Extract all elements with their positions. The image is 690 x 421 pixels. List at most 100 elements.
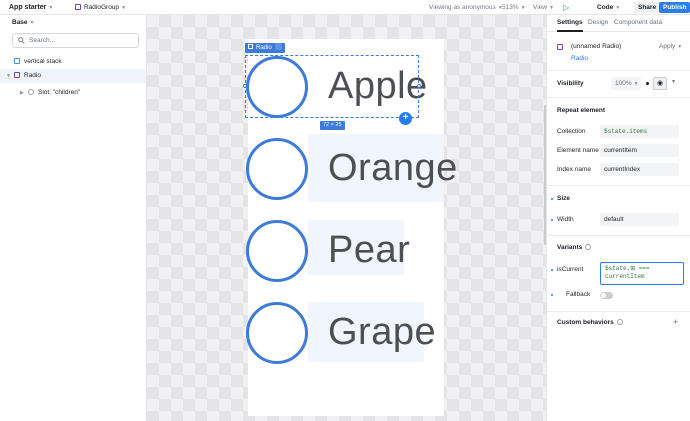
chevron-right-icon[interactable]: ▶ xyxy=(20,86,25,100)
properties-panel: Settings Design Component data (unnamed … xyxy=(546,15,690,421)
outline-heading[interactable]: Base ▼ xyxy=(12,19,35,26)
custom-behaviors-heading: Custom behaviors xyxy=(557,319,623,326)
component-instance-name[interactable]: (unnamed Radio) xyxy=(571,43,621,50)
iscurrent-label: isCurrent xyxy=(557,266,584,273)
fallback-toggle[interactable] xyxy=(600,292,613,299)
radio-item-grape[interactable]: Grape xyxy=(246,300,448,364)
radio-label: Orange xyxy=(328,147,458,189)
radio-item-pear[interactable]: Pear xyxy=(246,218,448,282)
outline-heading-label: Base xyxy=(12,19,28,26)
view-menu[interactable]: View ▼ xyxy=(533,0,554,15)
iscurrent-expression-field[interactable]: $state.⊞ === currentItem xyxy=(600,262,684,285)
code-menu[interactable]: Code ▼ xyxy=(597,0,620,15)
size-heading: Size xyxy=(557,195,571,202)
edit-component-icon[interactable] xyxy=(274,43,282,50)
component-selector[interactable]: RadioGroup ▼ xyxy=(75,0,126,15)
section-divider xyxy=(547,70,690,71)
outline-search xyxy=(12,33,139,48)
variants-heading: Variants xyxy=(557,244,592,251)
resize-handle-left[interactable] xyxy=(243,84,247,88)
radio-circle[interactable] xyxy=(246,138,308,200)
opacity-value: 100% xyxy=(615,80,632,87)
design-canvas[interactable]: Apple Orange Pear Grape Radio 72 × 25 + xyxy=(147,15,546,421)
component-icon xyxy=(14,72,20,78)
tree-item-label: vertical stack xyxy=(24,58,62,65)
publish-button[interactable]: Publish xyxy=(659,2,690,13)
dimension-tag: 72 × 25 xyxy=(320,121,345,130)
chevron-down-icon: ▼ xyxy=(520,5,526,11)
selection-tag[interactable]: Radio xyxy=(245,43,285,53)
custom-behaviors-label: Custom behaviors xyxy=(557,319,614,326)
play-icon[interactable]: ▷ xyxy=(563,0,569,15)
slot-icon xyxy=(28,89,34,95)
selection-tag-label: Radio xyxy=(256,45,272,51)
chevron-down-icon[interactable]: ▼ xyxy=(671,79,676,85)
tab-component-data[interactable]: Component data xyxy=(614,19,662,26)
apply-menu[interactable]: Apply ▼ xyxy=(659,43,682,50)
chevron-down-icon: ▼ xyxy=(677,44,683,50)
tab-design[interactable]: Design xyxy=(588,19,608,26)
info-icon[interactable] xyxy=(585,244,592,250)
eye-icon[interactable]: ◉ xyxy=(653,77,667,90)
expression-line: currentItem xyxy=(605,273,645,280)
expression-line: $state.⊞ === xyxy=(605,265,650,272)
modified-dot-icon xyxy=(551,269,553,271)
tree-item-vertical-stack[interactable]: vertical stack xyxy=(0,55,146,69)
modified-dot-icon xyxy=(551,294,553,296)
radio-label: Pear xyxy=(328,229,411,271)
component-icon xyxy=(75,4,81,10)
index-name-label: Index name xyxy=(557,166,591,173)
add-element-button[interactable]: + xyxy=(399,112,412,125)
element-name-field[interactable]: currentItem xyxy=(600,144,679,157)
element-name-label: Element name xyxy=(557,147,599,154)
app-title-menu[interactable]: App starter ▼ xyxy=(9,0,53,15)
radio-circle[interactable] xyxy=(246,220,308,282)
chevron-down-icon: ▼ xyxy=(633,81,639,87)
share-button[interactable]: Share xyxy=(634,2,661,13)
component-name: RadioGroup xyxy=(84,4,120,11)
tree-item-label: Slot: "children" xyxy=(38,89,81,96)
fallback-label: Fallback xyxy=(566,291,591,298)
chevron-down-icon: ▼ xyxy=(48,5,54,11)
repeat-heading: Repeat element xyxy=(557,107,606,114)
zoom-menu[interactable]: 513% ▼ xyxy=(502,0,526,15)
top-bar: App starter ▼ RadioGroup ▼ Viewing as anon… xyxy=(0,0,690,15)
resize-handle-right[interactable] xyxy=(417,84,421,88)
component-link[interactable]: Radio xyxy=(571,55,588,62)
width-field[interactable]: default xyxy=(600,213,679,226)
width-label: Width xyxy=(557,216,574,223)
zoom-level: 513% xyxy=(502,4,519,11)
radio-circle[interactable] xyxy=(246,302,308,364)
chevron-down-icon: ▼ xyxy=(121,5,127,11)
radio-item-orange[interactable]: Orange xyxy=(246,136,457,200)
section-divider xyxy=(547,185,690,186)
chevron-down-icon: ▼ xyxy=(548,5,554,11)
add-behavior-button[interactable]: + xyxy=(673,317,678,327)
outline-panel: Base▼ vertical stack ▼Radio ▶Slot: "chil… xyxy=(0,15,147,421)
opacity-input[interactable]: 100% ▼ xyxy=(611,77,641,90)
properties-tabs: Settings Design Component data xyxy=(547,15,690,32)
app-title: App starter xyxy=(9,4,47,11)
modified-dot-icon xyxy=(551,219,553,221)
visibility-dot-icon[interactable] xyxy=(646,82,649,85)
chevron-down-icon[interactable]: ▼ xyxy=(6,69,11,83)
viewing-as-menu[interactable]: Viewing as anonymous ▼ xyxy=(429,0,503,15)
view-label: View xyxy=(533,4,547,11)
index-name-field[interactable]: currentIndex xyxy=(600,163,679,176)
chevron-down-icon: ▼ xyxy=(615,5,621,11)
collection-field[interactable]: $state.items xyxy=(600,125,679,138)
tree-item-slot-children[interactable]: ▶ Slot: "children" xyxy=(0,86,146,100)
apply-label: Apply xyxy=(659,43,676,50)
visibility-label: Visibility xyxy=(557,80,584,87)
tree-item-radio[interactable]: ▼ Radio xyxy=(0,69,146,83)
component-icon xyxy=(248,44,253,49)
tab-settings[interactable]: Settings xyxy=(557,19,583,32)
search-input[interactable] xyxy=(29,35,134,46)
section-divider xyxy=(547,97,690,98)
selection-outline[interactable] xyxy=(245,55,419,118)
info-icon[interactable] xyxy=(616,319,623,325)
section-divider xyxy=(547,235,690,236)
modified-dot-icon xyxy=(551,198,553,200)
code-label: Code xyxy=(597,4,614,11)
component-icon xyxy=(557,44,563,50)
